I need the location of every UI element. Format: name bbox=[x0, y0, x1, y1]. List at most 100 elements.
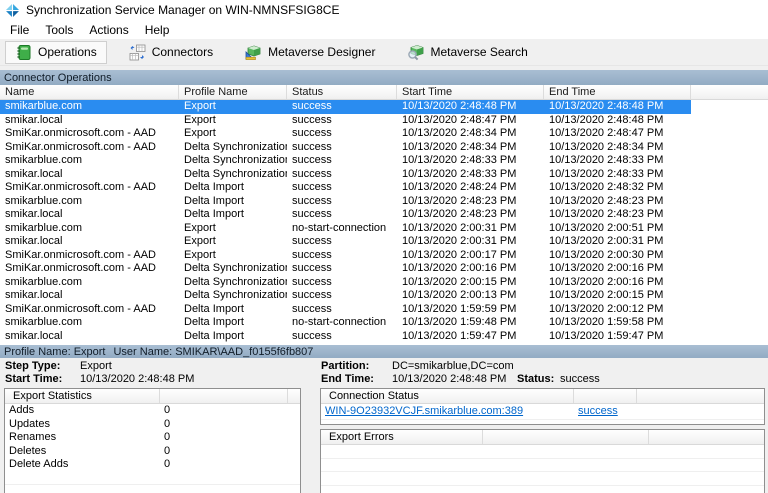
cell-name[interactable]: smikar.local bbox=[0, 289, 179, 303]
operation-row[interactable]: smikarblue.com Delta Import no-start-conne… bbox=[0, 316, 768, 330]
cell-start-time[interactable]: 10/13/2020 2:00:13 PM bbox=[397, 289, 544, 303]
operation-row[interactable]: smikar.local Delta Synchronization success… bbox=[0, 168, 768, 182]
operation-row[interactable]: smikarblue.com Delta Synchronization succe… bbox=[0, 276, 768, 290]
cell-end-time[interactable]: 10/13/2020 2:00:51 PM bbox=[544, 222, 691, 236]
cell-profile-name[interactable]: Delta Import bbox=[179, 330, 287, 344]
cell-status[interactable]: success bbox=[287, 127, 397, 141]
cell-name[interactable]: smikar.local bbox=[0, 168, 179, 182]
connection-server-link[interactable]: WIN-9O23932VCJF.smikarblue.com:389 bbox=[321, 404, 574, 419]
menu-tools[interactable]: Tools bbox=[37, 21, 81, 39]
operation-row[interactable]: smikarblue.com Delta Synchronization succe… bbox=[0, 154, 768, 168]
cell-start-time[interactable]: 10/13/2020 2:48:23 PM bbox=[397, 195, 544, 209]
cell-end-time[interactable]: 10/13/2020 2:00:31 PM bbox=[544, 235, 691, 249]
operation-row[interactable]: SmiKar.onmicrosoft.com - AAD Delta Synchr… bbox=[0, 262, 768, 276]
cell-start-time[interactable]: 10/13/2020 2:48:33 PM bbox=[397, 154, 544, 168]
cell-end-time[interactable]: 10/13/2020 1:59:47 PM bbox=[544, 330, 691, 344]
cell-end-time[interactable]: 10/13/2020 2:48:23 PM bbox=[544, 208, 691, 222]
operation-row[interactable]: SmiKar.onmicrosoft.com - AAD Export succes… bbox=[0, 249, 768, 263]
cell-profile-name[interactable]: Export bbox=[179, 249, 287, 263]
cell-name[interactable]: SmiKar.onmicrosoft.com - AAD bbox=[0, 181, 179, 195]
metaverse-designer-button[interactable]: Metaverse Designer bbox=[235, 41, 385, 64]
cell-end-time[interactable]: 10/13/2020 2:48:34 PM bbox=[544, 141, 691, 155]
operation-row[interactable]: SmiKar.onmicrosoft.com - AAD Delta Synchr… bbox=[0, 141, 768, 155]
export-errors-title[interactable]: Export Errors bbox=[321, 430, 483, 444]
cell-profile-name[interactable]: Delta Synchronization bbox=[179, 141, 287, 155]
operation-row[interactable]: smikarblue.com Export success 10/13/2020 2:… bbox=[0, 100, 768, 114]
cell-status[interactable]: success bbox=[287, 303, 397, 317]
menu-actions[interactable]: Actions bbox=[81, 21, 136, 39]
cell-start-time[interactable]: 10/13/2020 1:59:59 PM bbox=[397, 303, 544, 317]
cell-profile-name[interactable]: Delta Import bbox=[179, 181, 287, 195]
cell-name[interactable]: smikar.local bbox=[0, 235, 179, 249]
cell-start-time[interactable]: 10/13/2020 2:00:17 PM bbox=[397, 249, 544, 263]
cell-status[interactable]: success bbox=[287, 330, 397, 344]
cell-status[interactable]: success bbox=[287, 235, 397, 249]
cell-end-time[interactable]: 10/13/2020 2:48:23 PM bbox=[544, 195, 691, 209]
cell-end-time[interactable]: 10/13/2020 2:48:47 PM bbox=[544, 127, 691, 141]
cell-profile-name[interactable]: Delta Import bbox=[179, 303, 287, 317]
cell-status[interactable]: success bbox=[287, 154, 397, 168]
cell-profile-name[interactable]: Delta Import bbox=[179, 316, 287, 330]
cell-end-time[interactable]: 10/13/2020 2:00:15 PM bbox=[544, 289, 691, 303]
cell-name[interactable]: SmiKar.onmicrosoft.com - AAD bbox=[0, 303, 179, 317]
cell-end-time[interactable]: 10/13/2020 2:00:12 PM bbox=[544, 303, 691, 317]
column-header-status[interactable]: Status bbox=[287, 85, 397, 99]
menu-help[interactable]: Help bbox=[137, 21, 178, 39]
cell-start-time[interactable]: 10/13/2020 1:59:47 PM bbox=[397, 330, 544, 344]
cell-profile-name[interactable]: Delta Import bbox=[179, 208, 287, 222]
cell-start-time[interactable]: 10/13/2020 2:48:34 PM bbox=[397, 141, 544, 155]
cell-name[interactable]: SmiKar.onmicrosoft.com - AAD bbox=[0, 127, 179, 141]
cell-start-time[interactable]: 10/13/2020 2:48:33 PM bbox=[397, 168, 544, 182]
cell-status[interactable]: success bbox=[287, 114, 397, 128]
cell-profile-name[interactable]: Delta Import bbox=[179, 195, 287, 209]
cell-profile-name[interactable]: Export bbox=[179, 100, 287, 114]
cell-start-time[interactable]: 10/13/2020 1:59:48 PM bbox=[397, 316, 544, 330]
cell-status[interactable]: success bbox=[287, 141, 397, 155]
connection-status-title[interactable]: Connection Status bbox=[321, 389, 574, 403]
cell-status[interactable]: success bbox=[287, 100, 397, 114]
cell-profile-name[interactable]: Export bbox=[179, 114, 287, 128]
cell-name[interactable]: smikar.local bbox=[0, 330, 179, 344]
cell-name[interactable]: smikar.local bbox=[0, 114, 179, 128]
cell-start-time[interactable]: 10/13/2020 2:00:16 PM bbox=[397, 262, 544, 276]
cell-start-time[interactable]: 10/13/2020 2:00:31 PM bbox=[397, 222, 544, 236]
cell-name[interactable]: smikarblue.com bbox=[0, 195, 179, 209]
operation-row[interactable]: smikar.local Delta Import success 10/13/202… bbox=[0, 208, 768, 222]
cell-status[interactable]: success bbox=[287, 208, 397, 222]
operation-row[interactable]: SmiKar.onmicrosoft.com - AAD Delta Import… bbox=[0, 303, 768, 317]
cell-start-time[interactable]: 10/13/2020 2:48:23 PM bbox=[397, 208, 544, 222]
cell-profile-name[interactable]: Export bbox=[179, 127, 287, 141]
cell-end-time[interactable]: 10/13/2020 2:00:16 PM bbox=[544, 262, 691, 276]
metaverse-search-button[interactable]: Metaverse Search bbox=[397, 41, 537, 64]
cell-end-time[interactable]: 10/13/2020 2:48:33 PM bbox=[544, 168, 691, 182]
cell-status[interactable]: success bbox=[287, 262, 397, 276]
column-header-start-time[interactable]: Start Time bbox=[397, 85, 544, 99]
cell-profile-name[interactable]: Delta Synchronization bbox=[179, 154, 287, 168]
cell-profile-name[interactable]: Delta Synchronization bbox=[179, 168, 287, 182]
cell-end-time[interactable]: 10/13/2020 1:59:58 PM bbox=[544, 316, 691, 330]
export-statistics-title[interactable]: Export Statistics bbox=[5, 389, 160, 403]
cell-profile-name[interactable]: Delta Synchronization bbox=[179, 276, 287, 290]
operation-row[interactable]: smikarblue.com Delta Import success 10/13/2… bbox=[0, 195, 768, 209]
connection-status-result-column[interactable] bbox=[574, 389, 637, 403]
cell-name[interactable]: smikarblue.com bbox=[0, 316, 179, 330]
cell-name[interactable]: SmiKar.onmicrosoft.com - AAD bbox=[0, 249, 179, 263]
cell-status[interactable]: success bbox=[287, 289, 397, 303]
cell-end-time[interactable]: 10/13/2020 2:48:32 PM bbox=[544, 181, 691, 195]
column-header-end-time[interactable]: End Time bbox=[544, 85, 691, 99]
operation-row[interactable]: SmiKar.onmicrosoft.com - AAD Export succes… bbox=[0, 127, 768, 141]
cell-end-time[interactable]: 10/13/2020 2:48:33 PM bbox=[544, 154, 691, 168]
operation-row[interactable]: smikar.local Export success 10/13/2020 2:00… bbox=[0, 235, 768, 249]
export-errors-column-2[interactable] bbox=[483, 430, 649, 444]
cell-name[interactable]: SmiKar.onmicrosoft.com - AAD bbox=[0, 262, 179, 276]
cell-name[interactable]: smikarblue.com bbox=[0, 154, 179, 168]
connectors-button[interactable]: Connectors bbox=[119, 41, 223, 64]
export-statistics-value-column[interactable] bbox=[160, 389, 288, 403]
cell-profile-name[interactable]: Delta Synchronization bbox=[179, 262, 287, 276]
cell-name[interactable]: smikarblue.com bbox=[0, 100, 179, 114]
column-header-profile-name[interactable]: Profile Name bbox=[179, 85, 287, 99]
cell-start-time[interactable]: 10/13/2020 2:48:47 PM bbox=[397, 114, 544, 128]
operation-row[interactable]: smikarblue.com Export no-start-connection 1… bbox=[0, 222, 768, 236]
menu-file[interactable]: File bbox=[2, 21, 37, 39]
cell-name[interactable]: smikarblue.com bbox=[0, 222, 179, 236]
